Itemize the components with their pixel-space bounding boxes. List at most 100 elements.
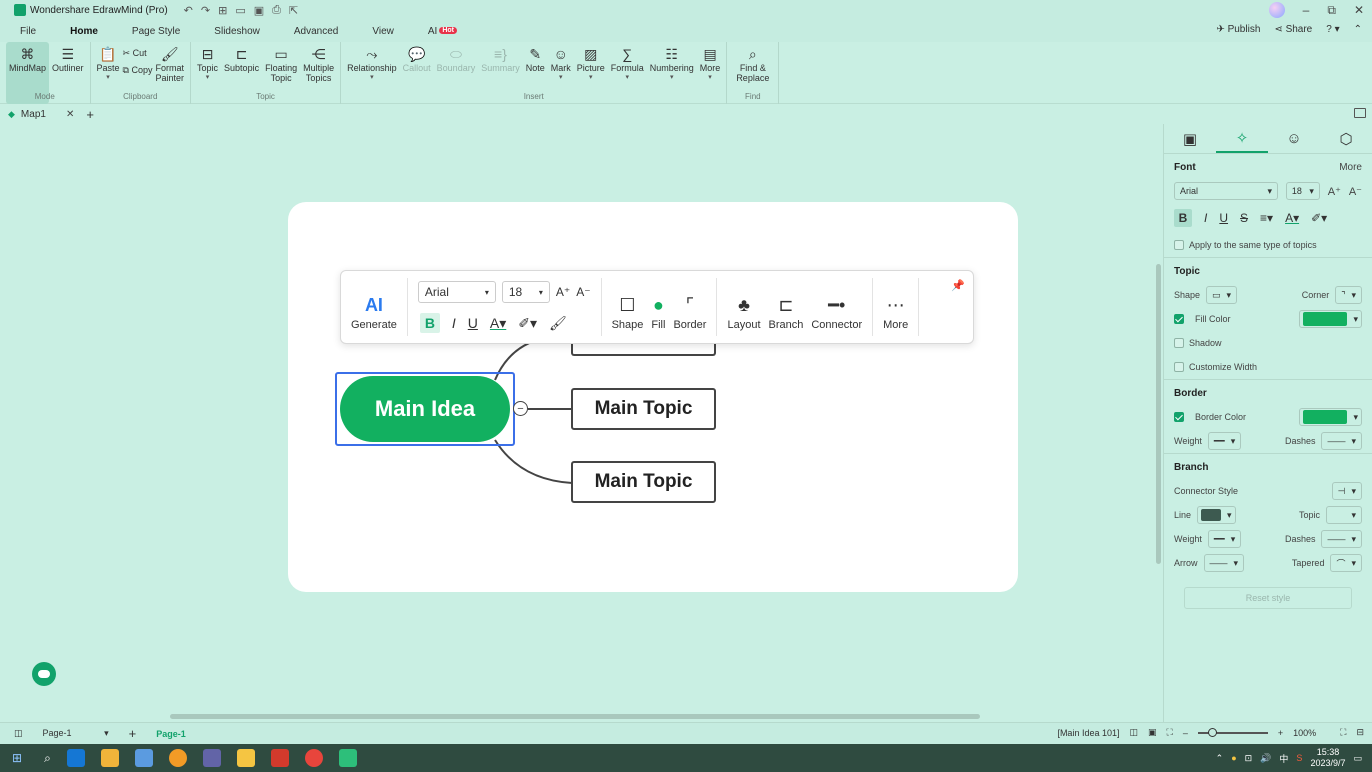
branch-topic-select[interactable]: ▾: [1326, 506, 1362, 524]
increase-font-icon[interactable]: A⁺: [556, 285, 570, 299]
italic-button[interactable]: I: [452, 315, 456, 331]
panel-highlight-button[interactable]: ✐▾: [1311, 211, 1327, 225]
ai-generate-button[interactable]: AI Generate: [347, 279, 401, 335]
page-select[interactable]: Page-1 ▾: [43, 728, 109, 739]
topic-node-hidden[interactable]: [571, 342, 716, 356]
format-painter-icon[interactable]: 🖌: [549, 315, 567, 332]
font-color-button[interactable]: A▾: [490, 315, 506, 332]
view-mode-icon[interactable]: ◫: [1129, 727, 1138, 738]
chrome-icon[interactable]: [304, 749, 323, 767]
shadow-checkbox[interactable]: [1174, 338, 1184, 348]
search-app-icon[interactable]: [168, 749, 187, 767]
panel-strikethrough-button[interactable]: S: [1240, 211, 1248, 225]
shape-button[interactable]: ☐ Shape: [608, 279, 648, 335]
teams-icon[interactable]: [202, 749, 221, 767]
corner-select[interactable]: ⌝ ▾: [1335, 286, 1362, 304]
tab-style-icon[interactable]: ✧: [1216, 124, 1268, 153]
more-button[interactable]: ⋯ More: [879, 279, 912, 335]
border-button[interactable]: ⌜ Border: [669, 279, 710, 335]
decrease-font-icon[interactable]: A⁻: [1349, 185, 1362, 198]
zoom-out-icon[interactable]: –: [1183, 728, 1188, 738]
reset-style-button[interactable]: Reset style: [1184, 587, 1352, 609]
fill-color-select[interactable]: ▾: [1299, 310, 1362, 328]
font-family-select[interactable]: Arial ▾: [417, 281, 496, 303]
close-icon[interactable]: ✕: [1354, 3, 1364, 17]
edrawmind-taskbar-icon[interactable]: [338, 749, 357, 767]
panel-font-family-select[interactable]: Arial ▾: [1174, 182, 1278, 200]
branch-weight-select[interactable]: ━━ ▾: [1207, 530, 1242, 548]
add-page-icon[interactable]: +: [129, 726, 137, 741]
network-icon[interactable]: ⊡: [1245, 753, 1253, 764]
branch-button[interactable]: ⊏ Branch: [765, 279, 808, 335]
search-icon[interactable]: ⌕: [44, 751, 51, 766]
font-size-select[interactable]: 18 ▾: [501, 281, 550, 303]
border-color-select[interactable]: ▾: [1299, 408, 1362, 426]
connector-button[interactable]: ━• Connector: [807, 279, 866, 335]
customize-width-checkbox[interactable]: [1174, 362, 1184, 372]
publish-button[interactable]: ✈ Publish: [1216, 24, 1260, 35]
zoom-in-icon[interactable]: +: [1278, 728, 1283, 738]
underline-button[interactable]: U: [468, 315, 478, 331]
minimize-icon[interactable]: –: [1303, 3, 1310, 17]
line-color-select[interactable]: ▾: [1197, 506, 1236, 524]
wps-icon[interactable]: [270, 749, 289, 767]
collapse-icon[interactable]: −: [513, 401, 528, 416]
tray-app-icon[interactable]: ●: [1231, 753, 1236, 763]
apply-same-row[interactable]: Apply to the same type of topics: [1174, 233, 1362, 257]
border-color-checkbox[interactable]: [1174, 412, 1184, 422]
border-dashes-select[interactable]: —— ▾: [1321, 432, 1362, 450]
fit-window-icon[interactable]: ⛶: [1340, 727, 1346, 738]
fill-button[interactable]: ● Fill: [647, 279, 669, 335]
panel-font-size-select[interactable]: 18 ▾: [1285, 182, 1320, 200]
fill-color-checkbox[interactable]: [1174, 314, 1184, 324]
topic-node[interactable]: Main Topic: [571, 388, 716, 430]
restore-icon[interactable]: ⧉: [1327, 3, 1336, 18]
clock[interactable]: 15:38 2023/9/7: [1310, 747, 1345, 769]
start-icon[interactable]: ⊞: [12, 751, 22, 765]
branch-dashes-select[interactable]: —— ▾: [1321, 530, 1362, 548]
font-more-link[interactable]: More: [1339, 162, 1362, 173]
tapered-select[interactable]: ⌒ ▾: [1330, 554, 1362, 572]
layout-button[interactable]: ♣ Layout: [723, 279, 764, 335]
zoom-slider-knob[interactable]: [1207, 727, 1217, 737]
border-weight-select[interactable]: ━━ ▾: [1207, 432, 1242, 450]
decrease-font-icon[interactable]: A⁻: [576, 285, 590, 299]
bold-button[interactable]: B: [419, 313, 440, 333]
file-explorer-icon[interactable]: [236, 749, 255, 767]
fit-page-icon[interactable]: ▣: [1148, 727, 1157, 738]
zoom-slider[interactable]: [1197, 727, 1268, 737]
shape-select[interactable]: ▭ ▾: [1206, 286, 1238, 304]
tray-expand-icon[interactable]: ⌃: [1216, 753, 1224, 764]
apply-same-checkbox[interactable]: [1174, 240, 1184, 250]
connector-style-select[interactable]: ⊣ ▾: [1331, 482, 1362, 500]
outlook-icon[interactable]: [66, 749, 85, 767]
panel-toggle-icon[interactable]: [1354, 108, 1366, 118]
volume-icon[interactable]: 🔊: [1260, 753, 1271, 764]
zoom-level[interactable]: 100%: [1293, 728, 1316, 738]
avatar[interactable]: [1268, 2, 1285, 18]
panel-bold-button[interactable]: B: [1174, 209, 1192, 227]
panel-italic-button[interactable]: I: [1204, 211, 1207, 225]
notes-app-icon[interactable]: [100, 749, 119, 767]
ime-icon[interactable]: 中: [1279, 752, 1288, 765]
share-button[interactable]: ⋖ Share: [1274, 24, 1312, 35]
panel-font-color-button[interactable]: A▾: [1285, 211, 1299, 225]
page-tab[interactable]: Page-1: [156, 729, 186, 739]
collapse-ribbon-icon[interactable]: ⌃: [1354, 24, 1362, 35]
arrow-select[interactable]: —— ▾: [1203, 554, 1245, 572]
increase-font-icon[interactable]: A⁺: [1328, 185, 1341, 198]
tab-theme-icon[interactable]: ⬡: [1320, 124, 1372, 153]
page-panel-icon[interactable]: ◫: [14, 728, 23, 739]
tab-icons-icon[interactable]: ☺: [1268, 124, 1320, 153]
tab-page-format-icon[interactable]: ▣: [1164, 124, 1216, 153]
fullscreen-icon[interactable]: ⛶: [1167, 727, 1173, 738]
panel-align-button[interactable]: ≡▾: [1260, 211, 1273, 225]
panel-underline-button[interactable]: U: [1219, 211, 1228, 225]
tray-sogou-icon[interactable]: S: [1296, 753, 1302, 763]
notification-icon[interactable]: ▭: [1353, 753, 1362, 764]
sidebar-toggle-icon[interactable]: ⊟: [1356, 727, 1364, 738]
highlight-button[interactable]: ✐▾: [518, 315, 537, 332]
store-icon[interactable]: [134, 749, 153, 767]
pin-icon[interactable]: 📌: [951, 279, 965, 292]
help-icon[interactable]: ? ▾: [1326, 24, 1339, 35]
